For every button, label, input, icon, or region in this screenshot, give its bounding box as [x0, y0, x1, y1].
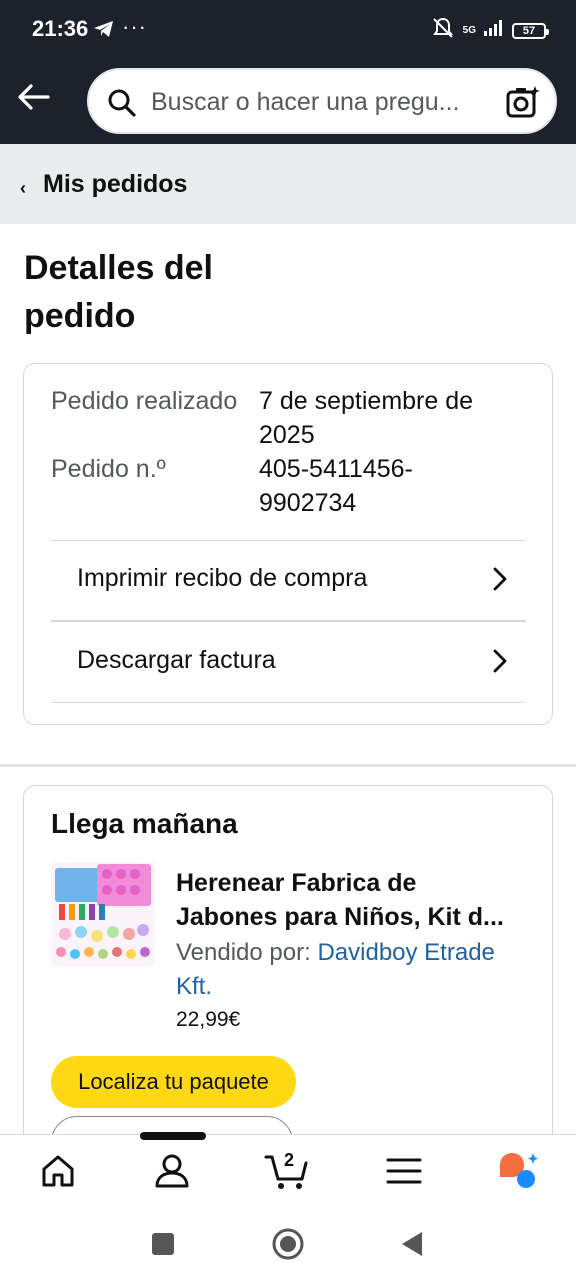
- status-bar: 21:36 ··· 5G 57: [0, 0, 576, 60]
- download-invoice-row[interactable]: Descargar factura: [51, 622, 526, 702]
- breadcrumb[interactable]: ‹ Mis pedidos: [0, 144, 576, 224]
- search-icon: [107, 88, 137, 123]
- notification-dots: ···: [122, 14, 147, 39]
- track-package-button[interactable]: Localiza tu paquete: [51, 1056, 296, 1108]
- nav-account-icon[interactable]: [152, 1151, 192, 1191]
- product-title[interactable]: Herenear Fabrica de Jabones para Niños, …: [176, 866, 536, 934]
- recent-apps-icon[interactable]: [151, 1232, 175, 1261]
- order-number-label: Pedido n.º: [51, 455, 166, 483]
- nav-home-icon[interactable]: [38, 1151, 78, 1191]
- chevron-left-icon: ‹: [20, 178, 26, 198]
- order-number-value: 405-5411456-9902734: [259, 455, 413, 517]
- seller-prefix: Vendido por:: [176, 939, 318, 966]
- gesture-handle: [140, 1132, 206, 1140]
- home-circle-icon[interactable]: [271, 1227, 305, 1266]
- product-title-line2: Jabones para Niños, Kit d...: [176, 903, 504, 931]
- back-triangle-icon[interactable]: [400, 1230, 424, 1263]
- product-title-line1: Herenear Fabrica de: [176, 869, 417, 897]
- cart-count-badge: 2: [284, 1150, 295, 1170]
- product-price: 22,99€: [176, 1008, 241, 1031]
- status-icons: 5G 57: [431, 16, 549, 45]
- camera-search-icon[interactable]: [505, 84, 541, 125]
- download-invoice-label: Descargar factura: [77, 646, 276, 674]
- page-title: Detalles del pedido: [24, 249, 213, 335]
- top-bar: 21:36 ··· 5G 57 Buscar o hacer una pregu…: [0, 0, 576, 144]
- signal-icon: [484, 20, 504, 41]
- print-receipt-label: Imprimir recibo de compra: [77, 564, 368, 592]
- seller-info: Vendido por: Davidboy Etrade Kft.: [176, 936, 536, 1004]
- section-separator: [0, 764, 576, 767]
- delivery-heading: Llega mañana: [51, 808, 238, 839]
- breadcrumb-my-orders[interactable]: Mis pedidos: [43, 170, 187, 199]
- delivery-card: Llega mañana Herenear Fabrica de Jabones…: [23, 785, 553, 1185]
- bottom-nav: [0, 1134, 576, 1210]
- nav-menu-icon[interactable]: [384, 1151, 424, 1191]
- mute-bell-icon: [431, 16, 455, 45]
- search-input[interactable]: Buscar o hacer una pregu...: [151, 88, 491, 117]
- network-type: 5G: [462, 25, 476, 36]
- search-bar[interactable]: Buscar o hacer una pregu...: [87, 68, 557, 134]
- system-nav-bar: [0, 1210, 576, 1280]
- status-time: 21:36: [32, 16, 89, 41]
- telegram-icon: [93, 20, 115, 43]
- order-placed-value: 7 de septiembre de 2025: [259, 387, 474, 449]
- divider: [51, 702, 526, 703]
- chevron-right-icon: [492, 648, 508, 679]
- print-receipt-row[interactable]: Imprimir recibo de compra: [51, 540, 526, 620]
- battery-indicator: 57: [512, 22, 549, 39]
- order-placed-label: Pedido realizado: [51, 387, 238, 415]
- order-info-card: Pedido realizado 7 de septiembre de 2025…: [23, 363, 553, 725]
- chevron-right-icon: [492, 566, 508, 597]
- product-image[interactable]: [51, 862, 155, 966]
- nav-alexa-icon[interactable]: [496, 1151, 542, 1191]
- back-arrow-icon[interactable]: [16, 82, 52, 112]
